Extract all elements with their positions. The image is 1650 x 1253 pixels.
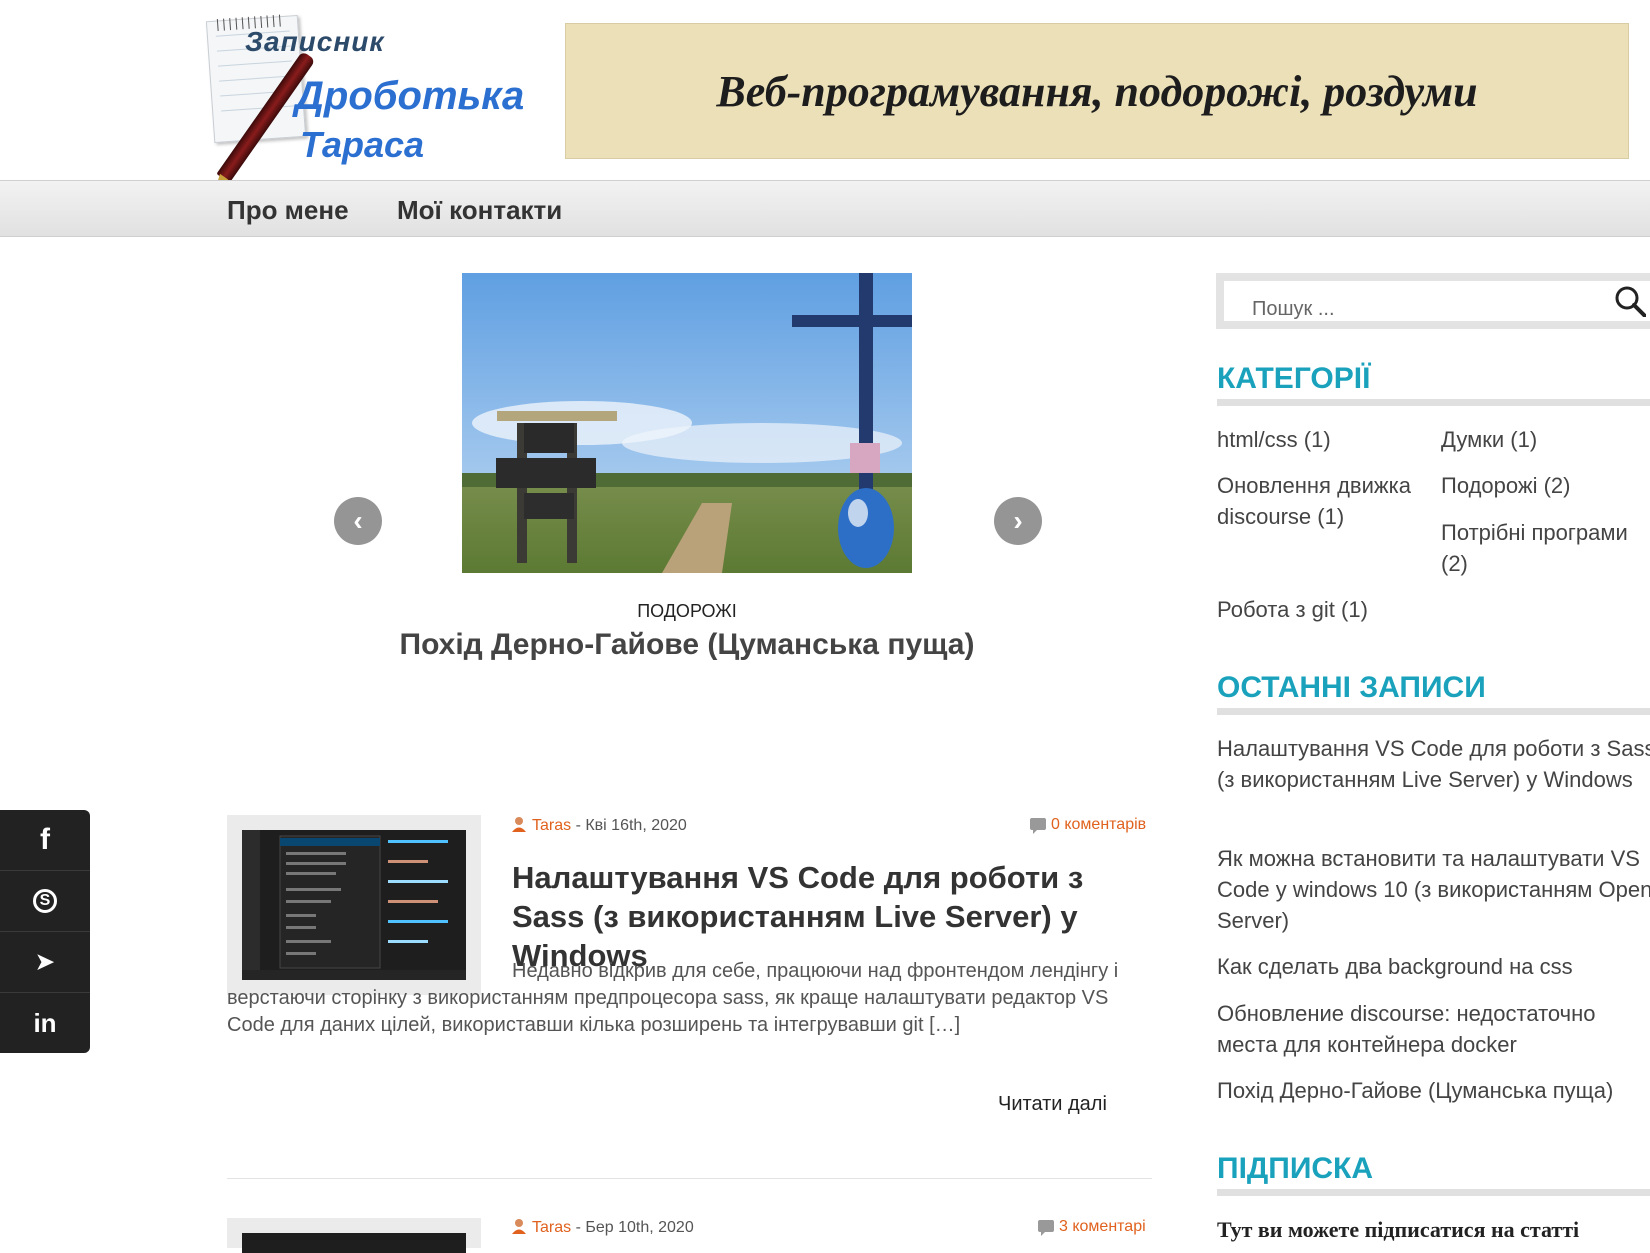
category-link[interactable]: Подорожі (2) [1441,470,1650,501]
telegram-icon: ➤ [35,949,55,974]
skype-icon: S [33,889,57,913]
post-comments-count[interactable]: 3 коментарі [1059,1218,1146,1235]
recent-post-link[interactable]: Как сделать два background на css [1217,951,1650,982]
header-banner: Веб-програмування, подорожі, роздуми [565,23,1629,159]
post-divider [227,1178,1152,1179]
main-nav: Про мене Мої контакти [0,180,1650,237]
linkedin-share-button[interactable]: in [0,993,90,1053]
chevron-right-icon: › [1013,505,1023,536]
post-author[interactable]: Taras [532,817,571,834]
facebook-share-button[interactable]: f [0,810,90,871]
facebook-icon: f [40,823,50,856]
linkedin-icon: in [33,1007,57,1038]
post-excerpt: Недавно відкрив для себе, працюючи над ф… [227,958,1152,1039]
category-link[interactable]: Робота з git (1) [1217,594,1437,625]
post-date: - Кві 16th, 2020 [575,817,687,834]
chevron-left-icon: ‹ [353,505,363,536]
nav-item-about[interactable]: Про мене [227,195,349,226]
slider-image[interactable] [462,273,912,573]
slider-title[interactable]: Похід Дерно-Гайове (Цуманська пуща) [340,628,1034,662]
comment-icon [1038,1220,1054,1236]
post-date: - Бер 10th, 2020 [575,1219,694,1236]
post-meta: Taras - Кві 16th, 2020 [512,816,687,835]
recent-posts-rule [1217,708,1650,715]
author-icon [512,1219,526,1234]
site-header: ||||||||||| Записник Дроботька Тараса Ве… [0,0,1650,184]
post-comments[interactable]: 0 коментарів [1030,816,1146,834]
categories-rule [1217,399,1650,406]
category-link[interactable]: html/css (1) [1217,424,1437,455]
recent-posts-title: ОСТАННІ ЗАПИСИ [1217,671,1486,704]
search-placeholder: Пошук ... [1252,298,1335,320]
subscribe-rule [1217,1189,1650,1196]
skype-share-button[interactable]: S [0,871,90,932]
post-comments[interactable]: 3 коментарі [1038,1218,1146,1236]
subscribe-text: Тут ви можете підписатися на статті [1217,1217,1580,1242]
author-icon [512,817,526,832]
post-author[interactable]: Taras [532,1219,571,1236]
post-comments-count[interactable]: 0 коментарів [1051,816,1146,833]
slider-prev-button[interactable]: ‹ [334,497,382,545]
category-link[interactable]: Оновлення движка discourse (1) [1217,470,1437,532]
logo-text-line3: Тараса [300,124,425,165]
search-icon[interactable] [1614,285,1646,317]
comment-icon [1030,818,1046,834]
slider-category[interactable]: ПОДОРОЖІ [462,601,912,622]
slider-next-button[interactable]: › [994,497,1042,545]
recent-post-link[interactable]: Обновление discourse: недостаточно места… [1217,998,1650,1060]
logo-text-line2: Дроботька [295,74,525,118]
read-more-link[interactable]: Читати далі [998,1093,1107,1116]
post-thumbnail-image [242,1233,466,1253]
category-link[interactable]: Потрібні програми (2) [1441,517,1649,579]
recent-post-link[interactable]: Налаштування VS Code для роботи з Sass (… [1217,733,1650,795]
recent-post-link[interactable]: Як можна встановити та налаштувати VS Co… [1217,843,1650,936]
categories-title: КАТЕГОРІЇ [1217,362,1371,395]
site-logo[interactable]: ||||||||||| Записник Дроботька Тараса [200,12,540,184]
telegram-share-button[interactable]: ➤ [0,932,90,993]
recent-post-link[interactable]: Похід Дерно-Гайове (Цуманська пуща) [1217,1075,1650,1106]
nav-item-contacts[interactable]: Мої контакти [397,195,562,226]
post-meta: Taras - Бер 10th, 2020 [512,1218,694,1237]
social-share-bar: f S ➤ in [0,810,90,1053]
search-widget: Пошук ... [1216,273,1650,329]
banner-tagline: Веб-програмування, подорожі, роздуми [716,66,1478,116]
category-link[interactable]: Думки (1) [1441,424,1650,455]
subscribe-title: ПІДПИСКА [1217,1152,1374,1185]
post-excerpt-text: Недавно відкрив для себе, працюючи над ф… [227,960,1119,1036]
logo-text-line1: Записник [245,26,385,57]
post-thumbnail[interactable] [227,1218,481,1253]
search-input[interactable]: Пошук ... [1224,281,1650,321]
